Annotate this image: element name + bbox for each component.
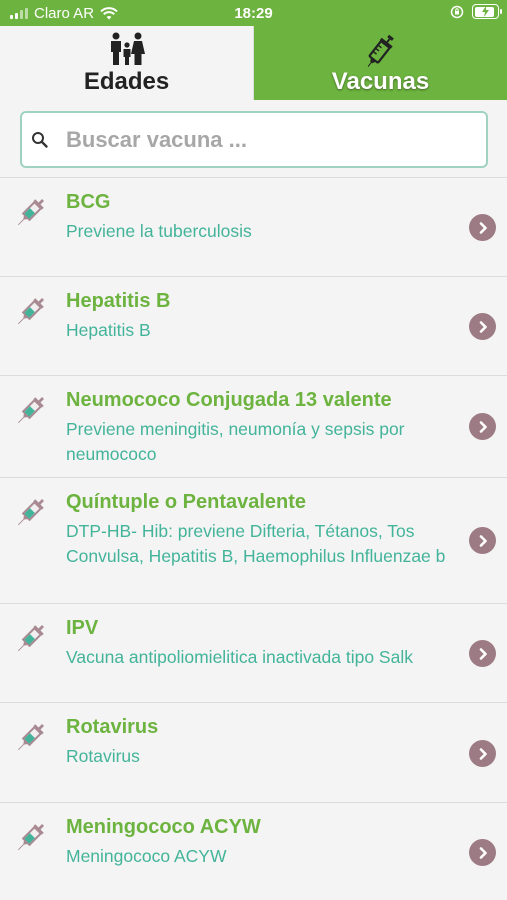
tab-edades[interactable]: Edades — [0, 26, 254, 100]
chevron-right-icon[interactable] — [469, 740, 496, 767]
family-icon — [110, 32, 145, 65]
orientation-lock-icon — [450, 5, 464, 18]
search-icon — [32, 132, 48, 148]
vaccine-description: Meningococo ACYW — [66, 846, 227, 866]
syringe-icon — [17, 723, 45, 751]
battery-icon — [472, 4, 502, 19]
status-right — [450, 4, 502, 19]
list-item[interactable]: Quíntuple o Pentavalente DTP-HB- Hib: pr… — [0, 478, 507, 604]
search-field[interactable] — [20, 111, 488, 168]
syringe-icon — [17, 198, 45, 226]
vaccine-description: Previene la tuberculosis — [66, 221, 252, 241]
vaccine-name: Rotavirus — [66, 716, 159, 738]
tab-vacunas[interactable]: Vacunas — [254, 26, 507, 100]
syringe-icon — [17, 498, 45, 526]
list-item[interactable]: IPV Vacuna antipoliomielitica inactivada… — [0, 604, 507, 703]
tab-bar: Edades Vacunas — [0, 26, 507, 100]
vaccine-description: Hepatitis B — [66, 320, 151, 340]
syringe-icon — [17, 823, 45, 851]
syringe-icon — [17, 624, 45, 652]
vaccine-name: Neumococo Conjugada 13 valente — [66, 389, 392, 411]
tab-vacunas-label: Vacunas — [331, 68, 430, 95]
status-bar: Claro AR 18:29 — [0, 0, 507, 26]
vaccine-description: Previene meningitis, neumonía y sepsis p… — [66, 419, 405, 464]
list-item[interactable]: BCG Previene la tuberculosis — [0, 178, 507, 277]
tab-edades-label: Edades — [83, 68, 170, 95]
chevron-right-icon[interactable] — [469, 527, 496, 554]
syringe-icon — [367, 34, 394, 67]
vaccine-list: BCG Previene la tuberculosis Hepatitis B… — [0, 178, 507, 900]
search-bar — [0, 100, 507, 178]
vaccine-name: Hepatitis B — [66, 290, 171, 312]
list-item[interactable]: Meningococo ACYW Meningococo ACYW — [0, 803, 507, 900]
chevron-right-icon[interactable] — [469, 313, 496, 340]
status-time: 18:29 — [234, 5, 273, 22]
chevron-right-icon[interactable] — [469, 214, 496, 241]
chevron-right-icon[interactable] — [469, 413, 496, 440]
vaccine-name: Meningococo ACYW — [66, 816, 261, 838]
vaccine-name: Quíntuple o Pentavalente — [66, 491, 307, 513]
search-input[interactable] — [66, 123, 476, 157]
vaccine-description: DTP-HB- Hib: previene Difteria, Tétanos,… — [66, 521, 446, 566]
vaccine-name: BCG — [66, 191, 111, 213]
syringe-icon — [17, 297, 45, 325]
syringe-icon — [17, 396, 45, 424]
chevron-right-icon[interactable] — [469, 839, 496, 866]
list-item[interactable]: Neumococo Conjugada 13 valente Previene … — [0, 376, 507, 478]
vaccine-name: IPV — [66, 617, 99, 639]
chevron-right-icon[interactable] — [469, 640, 496, 667]
list-item[interactable]: Hepatitis B Hepatitis B — [0, 277, 507, 376]
vaccine-description: Vacuna antipoliomielitica inactivada tip… — [66, 647, 413, 667]
list-item[interactable]: Rotavirus Rotavirus — [0, 703, 507, 803]
vaccine-description: Rotavirus — [66, 746, 140, 766]
